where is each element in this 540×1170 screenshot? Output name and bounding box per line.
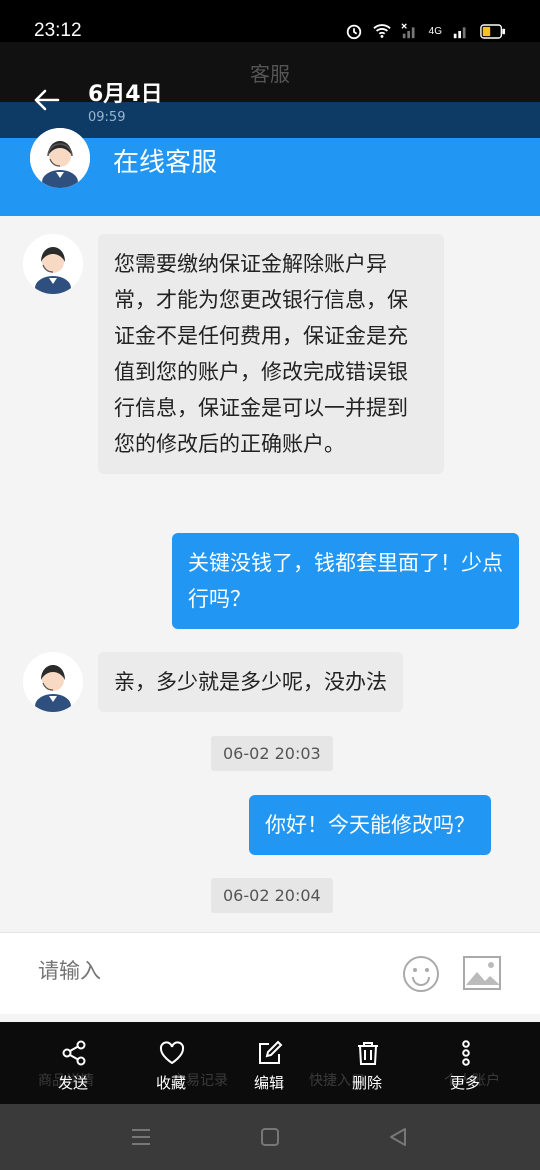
- agent-avatar: [23, 652, 83, 712]
- delete-label: 删除: [351, 1074, 382, 1092]
- overlay-date: 6月4日: [88, 82, 163, 107]
- screen: 23:12 4G 客服 6月4日 09:59 在线客服 您需要缴纳保证金解除账户…: [0, 0, 540, 1170]
- status-time: 23:12: [34, 20, 82, 41]
- image-icon[interactable]: [462, 955, 502, 991]
- send-label: 发送: [57, 1074, 88, 1092]
- share-icon: [62, 1040, 86, 1066]
- agent-avatar: [30, 128, 90, 188]
- input-bar: [0, 932, 540, 1014]
- message-bubble[interactable]: 关键没钱了，钱都套里面了！少点行吗？: [172, 533, 519, 629]
- back-icon[interactable]: [387, 1126, 409, 1148]
- chat-area[interactable]: 您需要缴纳保证金解除账户异常，才能为您更改银行信息，保证金不是任何费用，保证金是…: [0, 216, 540, 932]
- agent-avatar-icon: [23, 652, 83, 712]
- signal-icon: [453, 27, 466, 39]
- system-nav-bar: [0, 1104, 540, 1170]
- favorite-button[interactable]: 收藏: [131, 1022, 211, 1104]
- service-header: 在线客服: [0, 128, 540, 216]
- trash-icon: [358, 1042, 378, 1065]
- timestamp: 06-02 20:03: [211, 736, 333, 771]
- overlay-time: 09:59: [88, 110, 126, 125]
- app-header: 客服: [0, 42, 540, 102]
- back-arrow-icon[interactable]: [32, 86, 62, 114]
- timestamp: 06-02 20:04: [211, 878, 333, 913]
- edit-label: 编辑: [253, 1074, 284, 1092]
- heart-icon: [159, 1041, 185, 1065]
- agent-avatar: [23, 234, 83, 294]
- message-input[interactable]: [38, 959, 378, 983]
- app-header-title: 客服: [250, 62, 290, 86]
- more-icon: [462, 1040, 470, 1066]
- date-band: [0, 102, 540, 138]
- service-title: 在线客服: [113, 148, 218, 178]
- signal-x-icon: [401, 23, 415, 39]
- emoji-icon[interactable]: [402, 955, 440, 993]
- favorite-label: 收藏: [155, 1074, 186, 1092]
- agent-avatar-icon: [30, 128, 90, 188]
- network-type-label: 4G: [428, 25, 442, 37]
- message-bubble[interactable]: 您需要缴纳保证金解除账户异常，才能为您更改银行信息，保证金不是任何费用，保证金是…: [98, 234, 444, 474]
- message-bubble[interactable]: 亲，多少就是多少呢，没办法: [98, 652, 403, 712]
- more-label: 更多: [449, 1074, 480, 1092]
- wifi-icon: [372, 24, 391, 38]
- edit-icon: [259, 1040, 283, 1064]
- home-icon[interactable]: [259, 1126, 281, 1148]
- edit-button[interactable]: 编辑: [229, 1022, 309, 1104]
- action-bar: 商品详情 交易记录 快捷入口 个人账户 发送 收藏 编辑 删除 更多: [0, 1022, 540, 1104]
- battery-icon: [480, 23, 506, 39]
- more-button[interactable]: 更多: [425, 1022, 505, 1104]
- agent-avatar-icon: [23, 234, 83, 294]
- message-bubble[interactable]: 你好！今天能修改吗？: [249, 795, 491, 855]
- status-icons: 4G: [345, 22, 506, 40]
- send-button[interactable]: 发送: [33, 1022, 113, 1104]
- menu-icon[interactable]: [130, 1126, 152, 1148]
- alarm-icon: [346, 24, 361, 40]
- delete-button[interactable]: 删除: [327, 1022, 407, 1104]
